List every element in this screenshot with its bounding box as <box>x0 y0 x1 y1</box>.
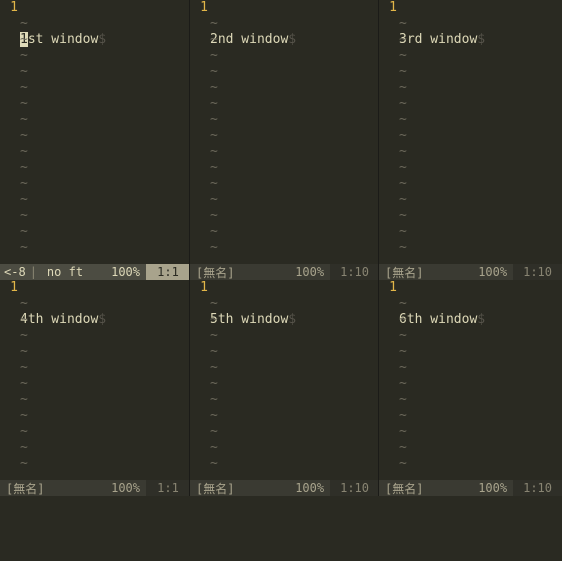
buffer-line: 6th window$ <box>399 312 562 328</box>
empty-line-tildes: ~ ~ ~ ~ ~ ~ ~ ~ ~ ~ ~ ~ ~ ~ ~ <box>210 16 218 256</box>
status-line: [無名] 100% 1:10 <box>190 264 379 280</box>
status-percent: 100% <box>472 265 513 279</box>
empty-line-tildes: ~ ~ ~ ~ ~ ~ ~ ~ ~ ~ ~ <box>399 296 407 472</box>
buffer-text[interactable]: 5th window$ ~ ~ ~ ~ ~ ~ ~ ~ ~ ~ ~ <box>210 280 379 480</box>
empty-line-tildes: ~ ~ ~ ~ ~ ~ ~ ~ ~ ~ ~ ~ ~ ~ ~ <box>20 16 28 256</box>
status-line: [無名] 100% 1:1 <box>0 480 190 496</box>
buffer-line: 2nd window$ <box>210 32 379 48</box>
line-number: 1 <box>200 280 208 295</box>
status-buffer-indicator: <-8 <box>0 265 26 279</box>
buffer-text[interactable]: 4th window$ ~ ~ ~ ~ ~ ~ ~ ~ ~ ~ ~ <box>20 280 190 480</box>
buffer-area[interactable]: 1 2nd window$ ~ ~ ~ ~ ~ ~ ~ ~ ~ ~ ~ ~ ~ … <box>190 0 379 264</box>
buffer-area[interactable]: 1 1st window$ ~ ~ ~ ~ ~ ~ ~ ~ ~ ~ ~ ~ ~ … <box>0 0 190 264</box>
status-buffer-name: [無名] <box>0 480 50 497</box>
buffer-line: 1st window$ <box>20 32 190 48</box>
status-filetype: no ft <box>41 265 89 279</box>
status-line: [無名] 100% 1:10 <box>379 480 562 496</box>
status-separator: | <box>26 265 41 279</box>
buffer-text[interactable]: 6th window$ ~ ~ ~ ~ ~ ~ ~ ~ ~ ~ ~ <box>399 280 562 480</box>
status-percent: 100% <box>105 265 146 279</box>
line-number: 1 <box>200 0 208 15</box>
buffer-area[interactable]: 1 4th window$ ~ ~ ~ ~ ~ ~ ~ ~ ~ ~ ~ <box>0 280 190 480</box>
status-position: 1:10 <box>330 480 379 496</box>
status-percent: 100% <box>289 481 330 495</box>
command-line-area[interactable] <box>0 496 562 561</box>
window-2[interactable]: 1 2nd window$ ~ ~ ~ ~ ~ ~ ~ ~ ~ ~ ~ ~ ~ … <box>190 0 379 280</box>
status-position: 1:1 <box>146 264 190 280</box>
eol-marker: $ <box>98 32 106 47</box>
buffer-text[interactable]: 1st window$ ~ ~ ~ ~ ~ ~ ~ ~ ~ ~ ~ ~ ~ ~ … <box>20 0 190 264</box>
status-position: 1:10 <box>330 264 379 280</box>
line-number: 1 <box>389 0 397 15</box>
line-number-gutter: 1 <box>379 280 399 480</box>
status-line: [無名] 100% 1:10 <box>190 480 379 496</box>
line-number: 1 <box>389 280 397 295</box>
eol-marker: $ <box>288 32 296 47</box>
buffer-line: 3rd window$ <box>399 32 562 48</box>
status-buffer-name: [無名] <box>379 264 429 281</box>
buffer-area[interactable]: 1 6th window$ ~ ~ ~ ~ ~ ~ ~ ~ ~ ~ ~ <box>379 280 562 480</box>
empty-line-tildes: ~ ~ ~ ~ ~ ~ ~ ~ ~ ~ ~ ~ ~ ~ ~ <box>399 16 407 256</box>
status-buffer-name: [無名] <box>190 480 240 497</box>
window-5[interactable]: 1 5th window$ ~ ~ ~ ~ ~ ~ ~ ~ ~ ~ ~ [無名]… <box>190 280 379 496</box>
buffer-line: 5th window$ <box>210 312 379 328</box>
window-6[interactable]: 1 6th window$ ~ ~ ~ ~ ~ ~ ~ ~ ~ ~ ~ [無名]… <box>379 280 562 496</box>
eol-marker: $ <box>477 32 485 47</box>
vim-editor: 1 1st window$ ~ ~ ~ ~ ~ ~ ~ ~ ~ ~ ~ ~ ~ … <box>0 0 562 561</box>
status-position: 1:1 <box>146 480 190 496</box>
buffer-area[interactable]: 1 5th window$ ~ ~ ~ ~ ~ ~ ~ ~ ~ ~ ~ <box>190 280 379 480</box>
empty-line-tildes: ~ ~ ~ ~ ~ ~ ~ ~ ~ ~ ~ <box>210 296 218 472</box>
window-1[interactable]: 1 1st window$ ~ ~ ~ ~ ~ ~ ~ ~ ~ ~ ~ ~ ~ … <box>0 0 190 280</box>
status-percent: 100% <box>289 265 330 279</box>
line-number: 1 <box>10 280 18 295</box>
buffer-text[interactable]: 3rd window$ ~ ~ ~ ~ ~ ~ ~ ~ ~ ~ ~ ~ ~ ~ … <box>399 0 562 264</box>
split-row-top: 1 1st window$ ~ ~ ~ ~ ~ ~ ~ ~ ~ ~ ~ ~ ~ … <box>0 0 562 280</box>
line-number-gutter: 1 <box>0 280 20 480</box>
line-number-gutter: 1 <box>0 0 20 264</box>
line-number: 1 <box>10 0 18 15</box>
empty-line-tildes: ~ ~ ~ ~ ~ ~ ~ ~ ~ ~ ~ <box>20 296 28 472</box>
status-percent: 100% <box>105 481 146 495</box>
status-line-active: <-8 | no ft 100% 1:1 <box>0 264 190 280</box>
window-4[interactable]: 1 4th window$ ~ ~ ~ ~ ~ ~ ~ ~ ~ ~ ~ [無名]… <box>0 280 190 496</box>
line-number-gutter: 1 <box>379 0 399 264</box>
status-position: 1:10 <box>513 264 562 280</box>
buffer-line: 4th window$ <box>20 312 190 328</box>
eol-marker: $ <box>288 312 296 327</box>
line-number-gutter: 1 <box>190 0 210 264</box>
line-number-gutter: 1 <box>190 280 210 480</box>
status-position: 1:10 <box>513 480 562 496</box>
buffer-area[interactable]: 1 3rd window$ ~ ~ ~ ~ ~ ~ ~ ~ ~ ~ ~ ~ ~ … <box>379 0 562 264</box>
status-percent: 100% <box>472 481 513 495</box>
window-3[interactable]: 1 3rd window$ ~ ~ ~ ~ ~ ~ ~ ~ ~ ~ ~ ~ ~ … <box>379 0 562 280</box>
split-row-bottom: 1 4th window$ ~ ~ ~ ~ ~ ~ ~ ~ ~ ~ ~ [無名]… <box>0 280 562 496</box>
buffer-text[interactable]: 2nd window$ ~ ~ ~ ~ ~ ~ ~ ~ ~ ~ ~ ~ ~ ~ … <box>210 0 379 264</box>
status-line: [無名] 100% 1:10 <box>379 264 562 280</box>
eol-marker: $ <box>477 312 485 327</box>
status-buffer-name: [無名] <box>190 264 240 281</box>
eol-marker: $ <box>98 312 106 327</box>
status-buffer-name: [無名] <box>379 480 429 497</box>
